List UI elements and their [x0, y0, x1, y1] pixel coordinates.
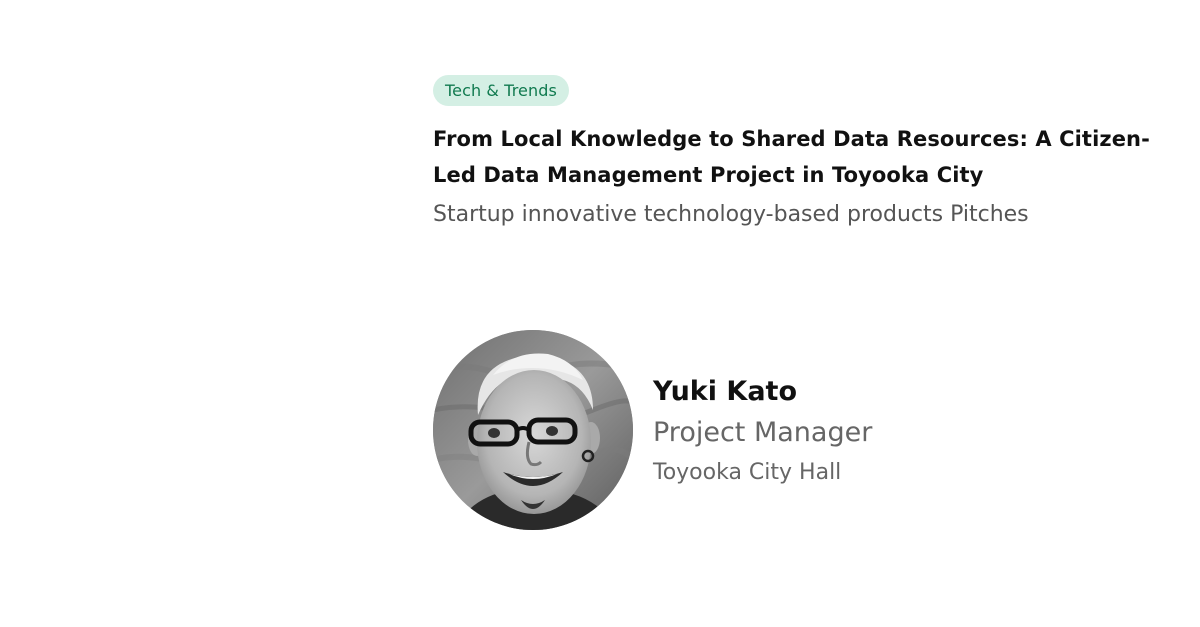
speaker-name: Yuki Kato [653, 376, 798, 407]
speaker-block: Yuki Kato Project Manager Toyooka City H… [433, 330, 872, 530]
speaker-role: Project Manager [653, 417, 873, 448]
session-subtitle: Startup innovative technology-based prod… [433, 202, 1029, 227]
speaker-portrait-icon [433, 330, 633, 530]
category-tag: Tech & Trends [433, 75, 569, 106]
speaker-card: Tech & Trends From Local Knowledge to Sh… [0, 0, 1200, 627]
session-info: Tech & Trends From Local Knowledge to Sh… [433, 75, 1153, 230]
speaker-info: Yuki Kato Project Manager Toyooka City H… [653, 373, 872, 491]
session-title: From Local Knowledge to Shared Data Reso… [433, 127, 1150, 187]
speaker-avatar [433, 330, 633, 530]
speaker-organization: Toyooka City Hall [653, 460, 842, 485]
